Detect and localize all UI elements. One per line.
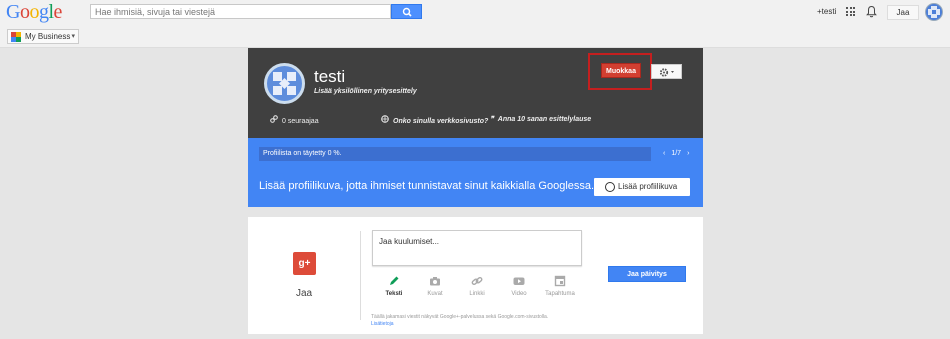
search-input[interactable]: Hae ihmisiä, sivuja tai viestejä [90, 4, 391, 19]
share-note: Täällä jakamasi viestit näkyvät Google+-… [371, 314, 548, 328]
learn-more-link[interactable]: Lisätietoja [371, 321, 394, 327]
profile-header: testi Lisää yksilöllinen yritysesittely … [248, 48, 703, 138]
compose-input[interactable]: Jaa kuulumiset... [372, 230, 582, 266]
logo-letter: o [29, 1, 39, 23]
tool-video[interactable]: Video [499, 275, 539, 297]
google-logo[interactable]: Google [6, 1, 62, 24]
quote-icon: ❞ [490, 116, 494, 123]
tool-label: Kuvat [427, 291, 443, 297]
search-icon [402, 7, 412, 17]
search-button[interactable] [391, 4, 422, 19]
tool-link[interactable]: Linkki [457, 275, 497, 297]
share-update-button[interactable]: Jaa päivitys [608, 266, 686, 282]
profile-tagline[interactable]: Lisää yksilöllinen yritysesittely [314, 88, 417, 95]
top-bar: Google Hae ihmisiä, sivuja tai viestejä … [0, 0, 950, 25]
tool-photos[interactable]: Kuvat [415, 275, 455, 297]
person-icon [605, 182, 615, 192]
share-card: g+ Jaa Jaa kuulumiset... Teksti Kuvat Li… [248, 217, 703, 334]
profile-progress-bar: Profiilista on täytetty 0 %. [259, 147, 651, 161]
profile-name: testi [314, 67, 346, 86]
tool-label: Video [511, 291, 527, 297]
add-profile-photo-button[interactable]: Lisää profiilikuva [594, 178, 690, 196]
website-prompt[interactable]: Onko sinulla verkkosivusto? [381, 115, 488, 125]
link-icon [270, 115, 278, 125]
pager-count: 1/7 [671, 150, 682, 157]
tool-label: Tapahtuma [545, 291, 575, 297]
gear-icon [659, 68, 669, 77]
tool-label: Teksti [385, 291, 403, 297]
my-business-icon [11, 32, 21, 42]
add-photo-label: Lisää profiilikuva [618, 182, 678, 191]
video-icon [513, 277, 525, 285]
logo-letter: G [6, 1, 20, 23]
product-switcher[interactable]: My Business ▾ [7, 29, 79, 44]
product-bar: My Business ▾ [0, 25, 950, 48]
account-avatar[interactable] [925, 3, 943, 21]
plus-user-link[interactable]: +testi [817, 7, 836, 16]
notifications-bell-icon[interactable] [866, 5, 877, 21]
followers-count: 0 seuraajaa [282, 118, 319, 125]
default-avatar-icon [273, 72, 296, 95]
pencil-icon [390, 276, 399, 285]
share-button-top[interactable]: Jaa [887, 5, 919, 20]
divider [360, 231, 361, 320]
camera-icon [430, 277, 440, 286]
calendar-icon [554, 275, 566, 287]
chevron-left-icon[interactable]: ‹ [663, 150, 665, 157]
chevron-down-icon [671, 71, 674, 73]
apps-grid-icon[interactable] [846, 7, 855, 16]
tool-label: Linkki [469, 291, 485, 297]
share-note-text: Täällä jakamasi viestit näkyvät Google+-… [371, 314, 549, 320]
tool-text[interactable]: Teksti [374, 275, 414, 297]
intro-prompt-text: Anna 10 sanan esittelylause [497, 116, 592, 123]
intro-prompt[interactable]: ❞ Anna 10 sanan esittelylause [490, 115, 591, 123]
settings-button[interactable] [651, 64, 682, 79]
tool-event[interactable]: Tapahtuma [540, 275, 580, 297]
followers-stat[interactable]: 0 seuraajaa [270, 115, 319, 125]
banner-pager[interactable]: ‹ 1/7 › [657, 147, 695, 161]
chevron-right-icon[interactable]: › [687, 150, 689, 157]
website-prompt-text: Onko sinulla verkkosivusto? [393, 118, 489, 125]
google-plus-icon: g+ [293, 252, 316, 275]
logo-letter: e [53, 1, 63, 23]
edit-button[interactable]: Muokkaa [601, 63, 641, 78]
profile-completion-banner: Profiilista on täytetty 0 %. ‹ 1/7 › Lisää… [248, 138, 703, 207]
globe-icon [381, 115, 389, 125]
product-label: My Business [25, 32, 71, 41]
share-heading: Jaa [296, 288, 313, 299]
banner-message: Lisää profiilikuva, jotta ihmiset tunnis… [259, 180, 595, 192]
profile-avatar[interactable] [264, 63, 305, 104]
chevron-down-icon: ▾ [71, 33, 75, 40]
link-icon [471, 276, 483, 286]
